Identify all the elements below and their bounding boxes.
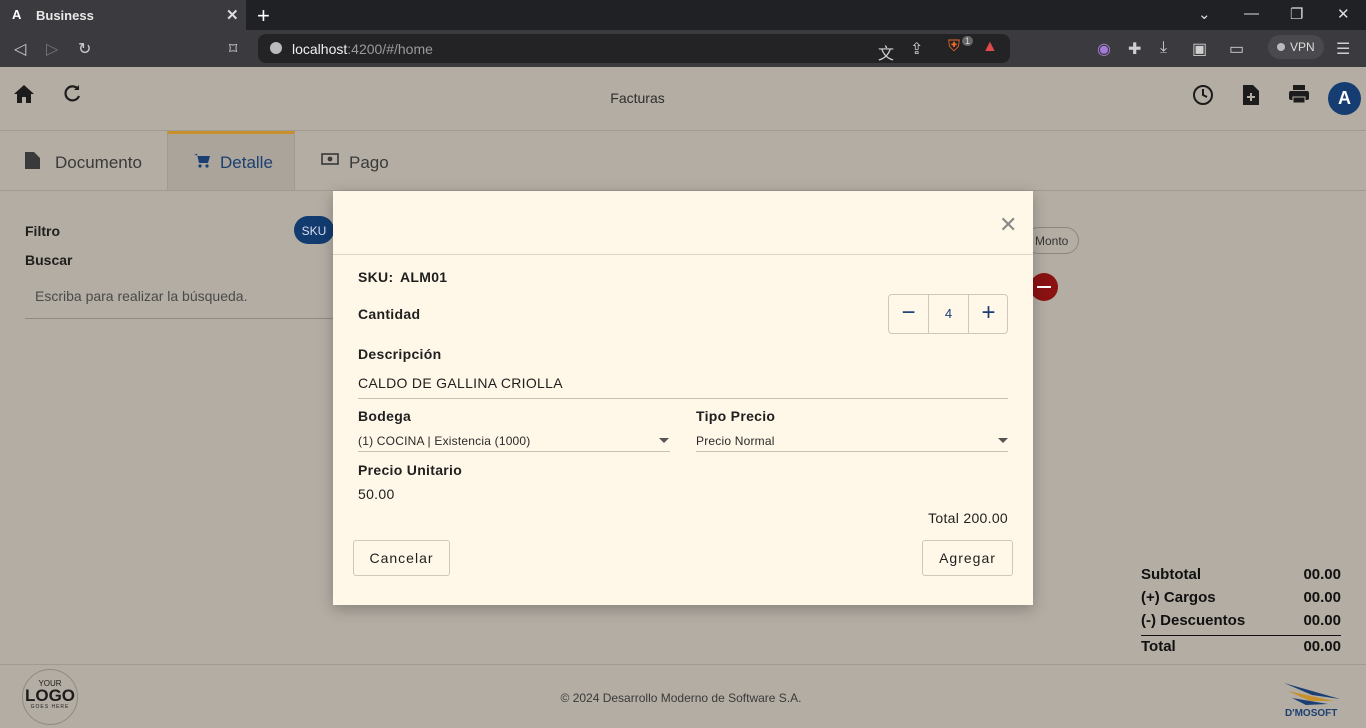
quantity-stepper: − 4 +	[888, 294, 1008, 334]
brave-shields-icon[interactable]: ⛨	[948, 38, 960, 56]
footer: YOUR LOGO GOES HERE © 2024 Desarrollo Mo…	[0, 664, 1366, 728]
angular-logo-icon: A	[12, 7, 22, 22]
page-title: Facturas	[610, 90, 665, 106]
shields-count-badge: 1	[962, 36, 974, 46]
browser-tab-bar: A Business ✕ + ⌄ — ❐ ✕	[0, 0, 1366, 30]
url-text: localhost:4200/#/home	[292, 41, 433, 57]
close-icon[interactable]: ✕	[999, 212, 1017, 238]
cart-icon	[194, 153, 210, 172]
menu-icon[interactable]: ☰	[1336, 39, 1350, 59]
reload-icon[interactable]: ↻	[78, 39, 91, 59]
file-icon	[25, 152, 40, 173]
brand-name: D'MOSOFT	[1285, 708, 1338, 719]
close-tab-icon[interactable]: ✕	[226, 6, 239, 24]
totals-label: (-) Descuentos	[1141, 612, 1246, 629]
browser-toolbar: ◁ ▷ ↻ ⌑ localhost:4200/#/home 文 ⇪ ⛨ 1 ▲ …	[0, 30, 1366, 67]
user-avatar[interactable]: A	[1328, 82, 1361, 115]
minimize-icon[interactable]: —	[1244, 5, 1259, 22]
url-host: localhost	[292, 41, 348, 57]
bodega-underline	[358, 451, 670, 452]
extension-icon[interactable]: ◉	[1097, 39, 1111, 59]
app-header: Facturas	[0, 67, 1366, 131]
quantity-value[interactable]: 4	[929, 306, 968, 321]
restore-icon[interactable]: ❐	[1290, 5, 1303, 23]
totals-value: 00.00	[1303, 638, 1341, 655]
tab-label: Documento	[55, 153, 142, 172]
totals-row-cargos: (+) Cargos 00.00	[1141, 589, 1341, 612]
totals-row-descuentos: (-) Descuentos 00.00	[1141, 612, 1341, 635]
back-icon[interactable]: ◁	[14, 39, 26, 59]
history-icon[interactable]	[1192, 84, 1214, 112]
totals-row-total: Total 00.00	[1141, 635, 1341, 658]
bodega-dropdown-icon[interactable]	[659, 438, 669, 443]
forward-icon[interactable]: ▷	[46, 39, 58, 59]
tipo-precio-select[interactable]: Precio Normal	[696, 434, 775, 448]
dialog-header: ✕	[333, 191, 1033, 255]
total-text: Total 200.00	[928, 510, 1008, 526]
filter-label: Filtro	[25, 223, 60, 239]
site-info-icon[interactable]	[270, 42, 282, 54]
cantidad-label: Cantidad	[358, 306, 421, 322]
increment-button[interactable]: +	[968, 295, 1008, 333]
add-item-dialog: ✕ SKU: ALM01 Cantidad − 4 + Descripción …	[333, 191, 1033, 605]
descripcion-underline	[358, 398, 1008, 399]
totals-value: 00.00	[1303, 612, 1341, 629]
tab-search-icon[interactable]: ⌄	[1198, 5, 1211, 23]
dmosoft-wings-icon	[1284, 683, 1340, 705]
precio-unitario-value: 50.00	[358, 486, 395, 502]
totals-label: (+) Cargos	[1141, 589, 1216, 606]
tab-detalle[interactable]: Detalle	[167, 131, 295, 190]
dmosoft-logo: D'MOSOFT	[1282, 679, 1344, 719]
share-icon[interactable]: ⇪	[910, 39, 923, 59]
extensions-puzzle-icon[interactable]: ✚	[1128, 39, 1141, 59]
close-window-icon[interactable]: ✕	[1337, 5, 1350, 23]
print-icon[interactable]	[1288, 84, 1310, 110]
translate-icon[interactable]: 文	[878, 40, 894, 64]
remove-item-button[interactable]	[1030, 273, 1058, 301]
tab-documento[interactable]: Documento	[0, 131, 167, 190]
copyright-text: © 2024 Desarrollo Moderno de Software S.…	[560, 691, 802, 705]
search-input[interactable]: Escriba para realizar la búsqueda.	[25, 280, 365, 319]
tipo-precio-dropdown-icon[interactable]	[998, 438, 1008, 443]
new-document-icon[interactable]	[1242, 84, 1260, 112]
decrement-button[interactable]: −	[889, 295, 929, 333]
descripcion-field[interactable]: CALDO DE GALLINA CRIOLLA	[358, 375, 563, 391]
bodega-label: Bodega	[358, 408, 412, 424]
sku-value: ALM01	[400, 269, 448, 285]
totals-panel: Subtotal 00.00 (+) Cargos 00.00 (-) Desc…	[1141, 566, 1341, 658]
brave-rewards-icon[interactable]: ▲	[982, 38, 998, 56]
section-tabs: Documento Detalle Pago	[0, 131, 1366, 191]
totals-label: Total	[1141, 638, 1176, 655]
tipo-precio-label: Tipo Precio	[696, 408, 776, 424]
wallet-icon[interactable]: ▭	[1229, 39, 1244, 59]
sku-label: SKU:	[358, 269, 394, 285]
browser-tab-title: Business	[36, 8, 94, 23]
totals-value: 00.00	[1303, 566, 1341, 583]
tab-label: Detalle	[220, 153, 273, 172]
totals-row-subtotal: Subtotal 00.00	[1141, 566, 1341, 589]
vpn-button[interactable]: VPN	[1268, 35, 1324, 59]
url-path: :4200/#/home	[347, 41, 433, 57]
totals-value: 00.00	[1303, 589, 1341, 606]
bookmark-icon[interactable]: ⌑	[229, 39, 237, 59]
tipo-precio-underline	[696, 451, 1008, 452]
sidebar-icon[interactable]: ▣	[1192, 39, 1207, 59]
totals-label: Subtotal	[1141, 566, 1201, 583]
filter-chip-sku[interactable]: SKU	[294, 216, 334, 244]
download-icon[interactable]: ⤓	[1160, 39, 1167, 57]
descripcion-label: Descripción	[358, 346, 442, 362]
bodega-select[interactable]: (1) COCINA | Existencia (1000)	[358, 434, 531, 448]
add-button[interactable]: Agregar	[922, 540, 1013, 576]
search-label: Buscar	[25, 252, 73, 268]
filter-chip-monto[interactable]: Monto	[1025, 227, 1079, 254]
browser-tab[interactable]: A Business ✕	[0, 0, 246, 30]
tab-label: Pago	[349, 153, 389, 172]
money-icon	[321, 152, 339, 169]
new-tab-icon[interactable]: +	[257, 3, 270, 29]
precio-unitario-label: Precio Unitario	[358, 462, 463, 478]
address-bar[interactable]: localhost:4200/#/home 文 ⇪ ⛨ 1 ▲	[258, 34, 1010, 63]
tab-pago[interactable]: Pago	[295, 131, 405, 190]
cancel-button[interactable]: Cancelar	[353, 540, 450, 576]
